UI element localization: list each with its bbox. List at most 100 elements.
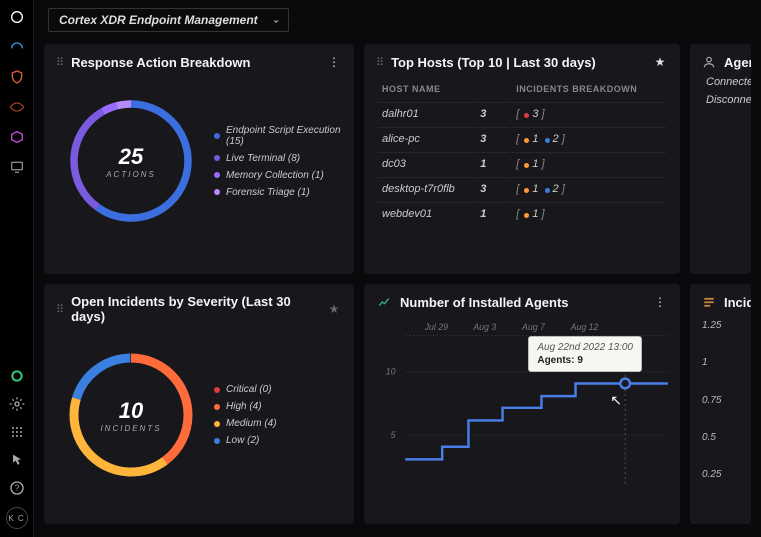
star-icon[interactable]: ★	[326, 301, 342, 317]
card-title: Number of Installed Agents	[400, 295, 644, 310]
line-chart: Jul 29 Aug 3 Aug 7 Aug 12 10 5	[376, 316, 668, 486]
ring-icon[interactable]	[8, 367, 26, 385]
agent-row: Disconnec	[702, 94, 751, 106]
card-top-hosts: ⠿ Top Hosts (Top 10 | Last 30 days) ★ HO…	[364, 44, 680, 274]
col-breakdown: INCIDENTS BREAKDOWN	[512, 78, 666, 100]
y-axis: 1.25 1 0.75 0.5 0.25	[702, 320, 751, 480]
legend-label: Low (2)	[226, 435, 259, 446]
legend-swatch	[214, 421, 220, 427]
chart-tooltip: Aug 22nd 2022 13:00 Agents: 9	[528, 336, 642, 372]
apps-icon[interactable]	[8, 423, 26, 441]
hosts-table: HOST NAME INCIDENTS BREAKDOWN dalhr013[3…	[376, 76, 668, 227]
agent-row: Connected	[702, 76, 751, 88]
avatar[interactable]: K C	[6, 507, 28, 529]
list-icon	[702, 294, 716, 310]
host-name: dc03	[378, 152, 474, 175]
drag-handle-icon[interactable]: ⠿	[56, 56, 63, 69]
drag-handle-icon[interactable]: ⠿	[376, 56, 383, 69]
page-title-dropdown[interactable]: Cortex XDR Endpoint Management ⌄	[48, 8, 289, 32]
svg-text:?: ?	[14, 484, 19, 493]
legend-item[interactable]: Forensic Triage (1)	[214, 187, 342, 198]
donut-chart: 25 ACTIONS	[56, 86, 206, 236]
card-incidents-clipped: Incider 1.25 1 0.75 0.5 0.25	[690, 284, 751, 524]
card-title: Open Incidents by Severity (Last 30 days…	[71, 294, 318, 324]
legend-item[interactable]: Endpoint Script Execution (15)	[214, 125, 342, 147]
incident-count: 1	[476, 152, 510, 175]
donut-chart: 10 INCIDENTS	[56, 340, 206, 490]
legend-swatch	[214, 404, 220, 410]
svg-text:Aug 7: Aug 7	[521, 322, 546, 332]
legend-swatch	[214, 438, 220, 444]
card-agent-status: Agent Connected Disconnec	[690, 44, 751, 274]
donut-total: 25	[119, 144, 143, 170]
incident-count: 3	[476, 102, 510, 125]
drag-handle-icon[interactable]: ⠿	[56, 303, 63, 316]
breakdown-cell: [1 ]	[512, 202, 666, 225]
help-icon[interactable]: ?	[8, 479, 26, 497]
table-row[interactable]: alice-pc3[1 2 ]	[378, 127, 666, 150]
chevron-down-icon: ⌄	[272, 15, 280, 26]
pointer-icon[interactable]	[8, 451, 26, 469]
breakdown-cell: [3 ]	[512, 102, 666, 125]
monitor-icon[interactable]	[8, 158, 26, 176]
card-title: Response Action Breakdown	[71, 55, 318, 70]
legend: Critical (0) High (4) Medium (4) Low (2)	[214, 384, 277, 446]
legend: Endpoint Script Execution (15) Live Termi…	[214, 125, 342, 198]
legend-item[interactable]: Critical (0)	[214, 384, 277, 395]
host-name: desktop-t7r0flb	[378, 177, 474, 200]
more-icon[interactable]: ⋮	[652, 294, 668, 310]
more-icon[interactable]: ⋮	[326, 54, 342, 70]
svg-text:5: 5	[391, 430, 396, 440]
legend-item[interactable]: Live Terminal (8)	[214, 153, 342, 164]
legend-item[interactable]: High (4)	[214, 401, 277, 412]
table-row[interactable]: webdev011[1 ]	[378, 202, 666, 225]
legend-swatch	[214, 133, 220, 139]
logo-icon[interactable]	[8, 8, 26, 26]
legend-label: Medium (4)	[226, 418, 277, 429]
agent-icon	[702, 54, 716, 70]
svg-text:Aug 3: Aug 3	[472, 322, 496, 332]
donut-label: INCIDENTS	[100, 424, 161, 433]
breakdown-cell: [1 ]	[512, 152, 666, 175]
legend-label: High (4)	[226, 401, 262, 412]
svg-text:Aug 12: Aug 12	[570, 322, 599, 332]
topbar: Cortex XDR Endpoint Management ⌄	[34, 0, 761, 40]
dashboard-icon[interactable]	[8, 38, 26, 56]
host-name: alice-pc	[378, 127, 474, 150]
legend-item[interactable]: Low (2)	[214, 435, 277, 446]
star-icon[interactable]: ★	[652, 54, 668, 70]
legend-label: Forensic Triage (1)	[226, 187, 310, 198]
svg-text:10: 10	[386, 367, 396, 377]
legend-swatch	[214, 189, 220, 195]
card-title: Incider	[724, 295, 751, 310]
box-icon[interactable]	[8, 128, 26, 146]
donut-label: ACTIONS	[106, 170, 156, 179]
chart-icon	[376, 294, 392, 310]
shield-icon[interactable]	[8, 68, 26, 86]
gear-icon[interactable]	[8, 395, 26, 413]
incident-count: 1	[476, 202, 510, 225]
legend-swatch	[214, 172, 220, 178]
card-title: Top Hosts (Top 10 | Last 30 days)	[391, 55, 644, 70]
host-name: webdev01	[378, 202, 474, 225]
card-installed-agents: Number of Installed Agents ⋮ Jul 29 Aug …	[364, 284, 680, 524]
table-row[interactable]: desktop-t7r0flb3[1 2 ]	[378, 177, 666, 200]
card-open-incidents: ⠿ Open Incidents by Severity (Last 30 da…	[44, 284, 354, 524]
page-title: Cortex XDR Endpoint Management	[59, 13, 258, 27]
breakdown-cell: [1 2 ]	[512, 127, 666, 150]
breakdown-cell: [1 2 ]	[512, 177, 666, 200]
col-host: HOST NAME	[378, 78, 474, 100]
legend-label: Critical (0)	[226, 384, 272, 395]
eye-icon[interactable]	[8, 98, 26, 116]
table-row[interactable]: dc031[1 ]	[378, 152, 666, 175]
table-row[interactable]: dalhr013[3 ]	[378, 102, 666, 125]
incident-count: 3	[476, 127, 510, 150]
card-title: Agent	[724, 55, 751, 70]
legend-label: Endpoint Script Execution (15)	[226, 125, 342, 147]
nav-rail: ? K C	[0, 0, 34, 537]
legend-item[interactable]: Medium (4)	[214, 418, 277, 429]
legend-item[interactable]: Memory Collection (1)	[214, 170, 342, 181]
host-name: dalhr01	[378, 102, 474, 125]
legend-label: Memory Collection (1)	[226, 170, 324, 181]
legend-label: Live Terminal (8)	[226, 153, 300, 164]
